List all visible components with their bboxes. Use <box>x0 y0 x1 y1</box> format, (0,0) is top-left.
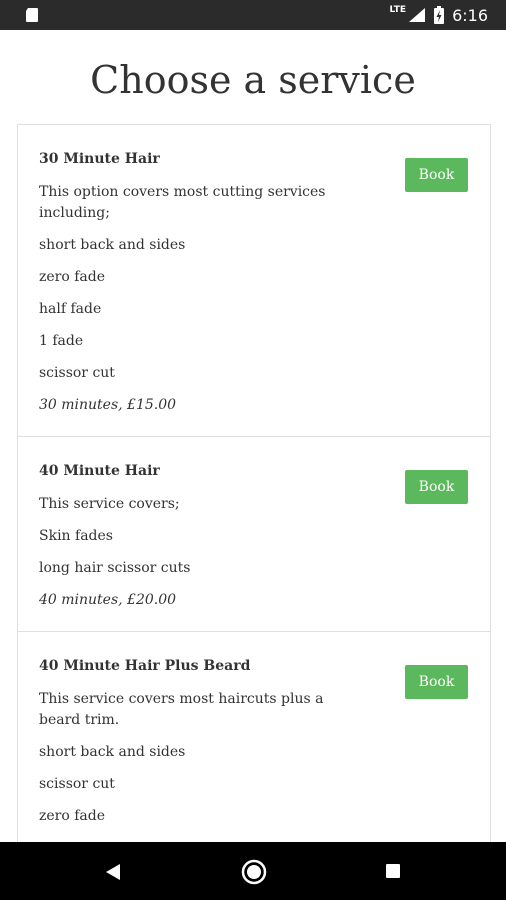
book-button[interactable]: Book <box>405 665 468 699</box>
service-card: 40 Minute Hair This service covers; Skin… <box>18 437 490 632</box>
page-title: Choose a service <box>90 58 416 102</box>
service-description: This option covers most cutting services… <box>39 184 326 221</box>
service-detail: zero fade <box>39 269 106 285</box>
service-duration-price: 40 minutes, £20.00 <box>39 592 177 608</box>
service-name: 30 Minute Hair <box>39 151 160 167</box>
recents-square-icon[interactable] <box>385 863 401 879</box>
service-card: 40 Minute Hair Plus Beard This service c… <box>18 632 490 844</box>
cell-signal-icon <box>409 8 426 22</box>
service-detail: scissor cut <box>39 365 115 381</box>
service-detail: short back and sides <box>39 237 186 253</box>
home-circle-icon[interactable] <box>241 859 267 885</box>
service-name: 40 Minute Hair <box>39 463 160 479</box>
service-detail: half fade <box>39 301 102 317</box>
book-button[interactable]: Book <box>405 158 468 192</box>
service-description: This service covers; <box>39 496 180 512</box>
service-detail: 1 fade <box>39 333 84 349</box>
service-duration-price: 30 minutes, £15.00 <box>39 397 177 413</box>
service-detail: zero fade <box>39 808 106 824</box>
book-button[interactable]: Book <box>405 470 468 504</box>
network-type-label: LTE <box>389 5 407 15</box>
service-detail: long hair scissor cuts <box>39 560 191 576</box>
sd-card-icon <box>26 8 38 22</box>
service-detail: scissor cut <box>39 776 115 792</box>
battery-charging-icon <box>434 6 445 24</box>
navigation-bar <box>0 842 506 900</box>
service-detail: short back and sides <box>39 744 186 760</box>
clock: 6:16 <box>452 5 488 25</box>
service-name: 40 Minute Hair Plus Beard <box>39 658 251 674</box>
status-indicators: LTE 6:16 <box>390 0 488 30</box>
service-detail: Skin fades <box>39 528 113 544</box>
back-triangle-icon[interactable] <box>104 862 122 882</box>
service-card: 30 Minute Hair This option covers most c… <box>18 125 490 437</box>
status-bar: LTE 6:16 <box>0 0 506 30</box>
service-description: This service covers most haircuts plus a… <box>39 691 324 728</box>
service-list: 30 Minute Hair This option covers most c… <box>17 124 491 844</box>
